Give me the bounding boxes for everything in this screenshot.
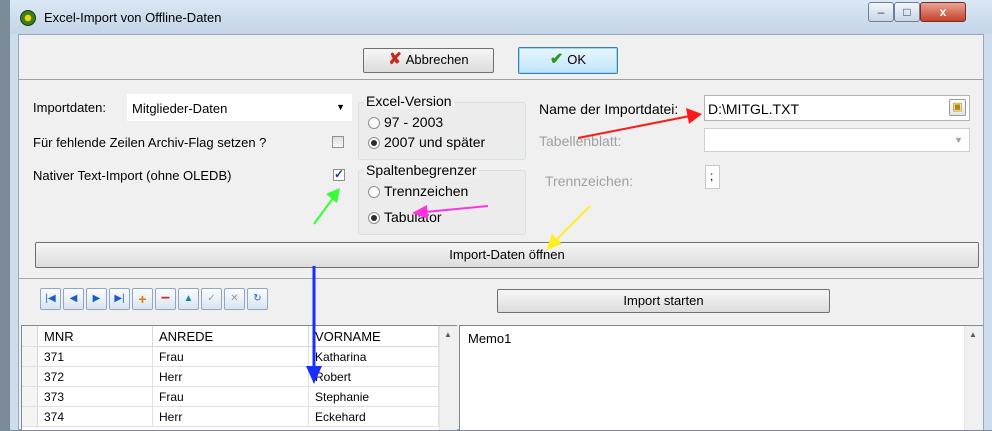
blue-arrow: [306, 266, 322, 384]
annotation-overlay: [306, 108, 702, 384]
yellow-arrow: [546, 205, 591, 250]
green-arrow: [313, 188, 340, 225]
magenta-arrow: [412, 205, 489, 219]
red-arrow: [577, 108, 702, 139]
